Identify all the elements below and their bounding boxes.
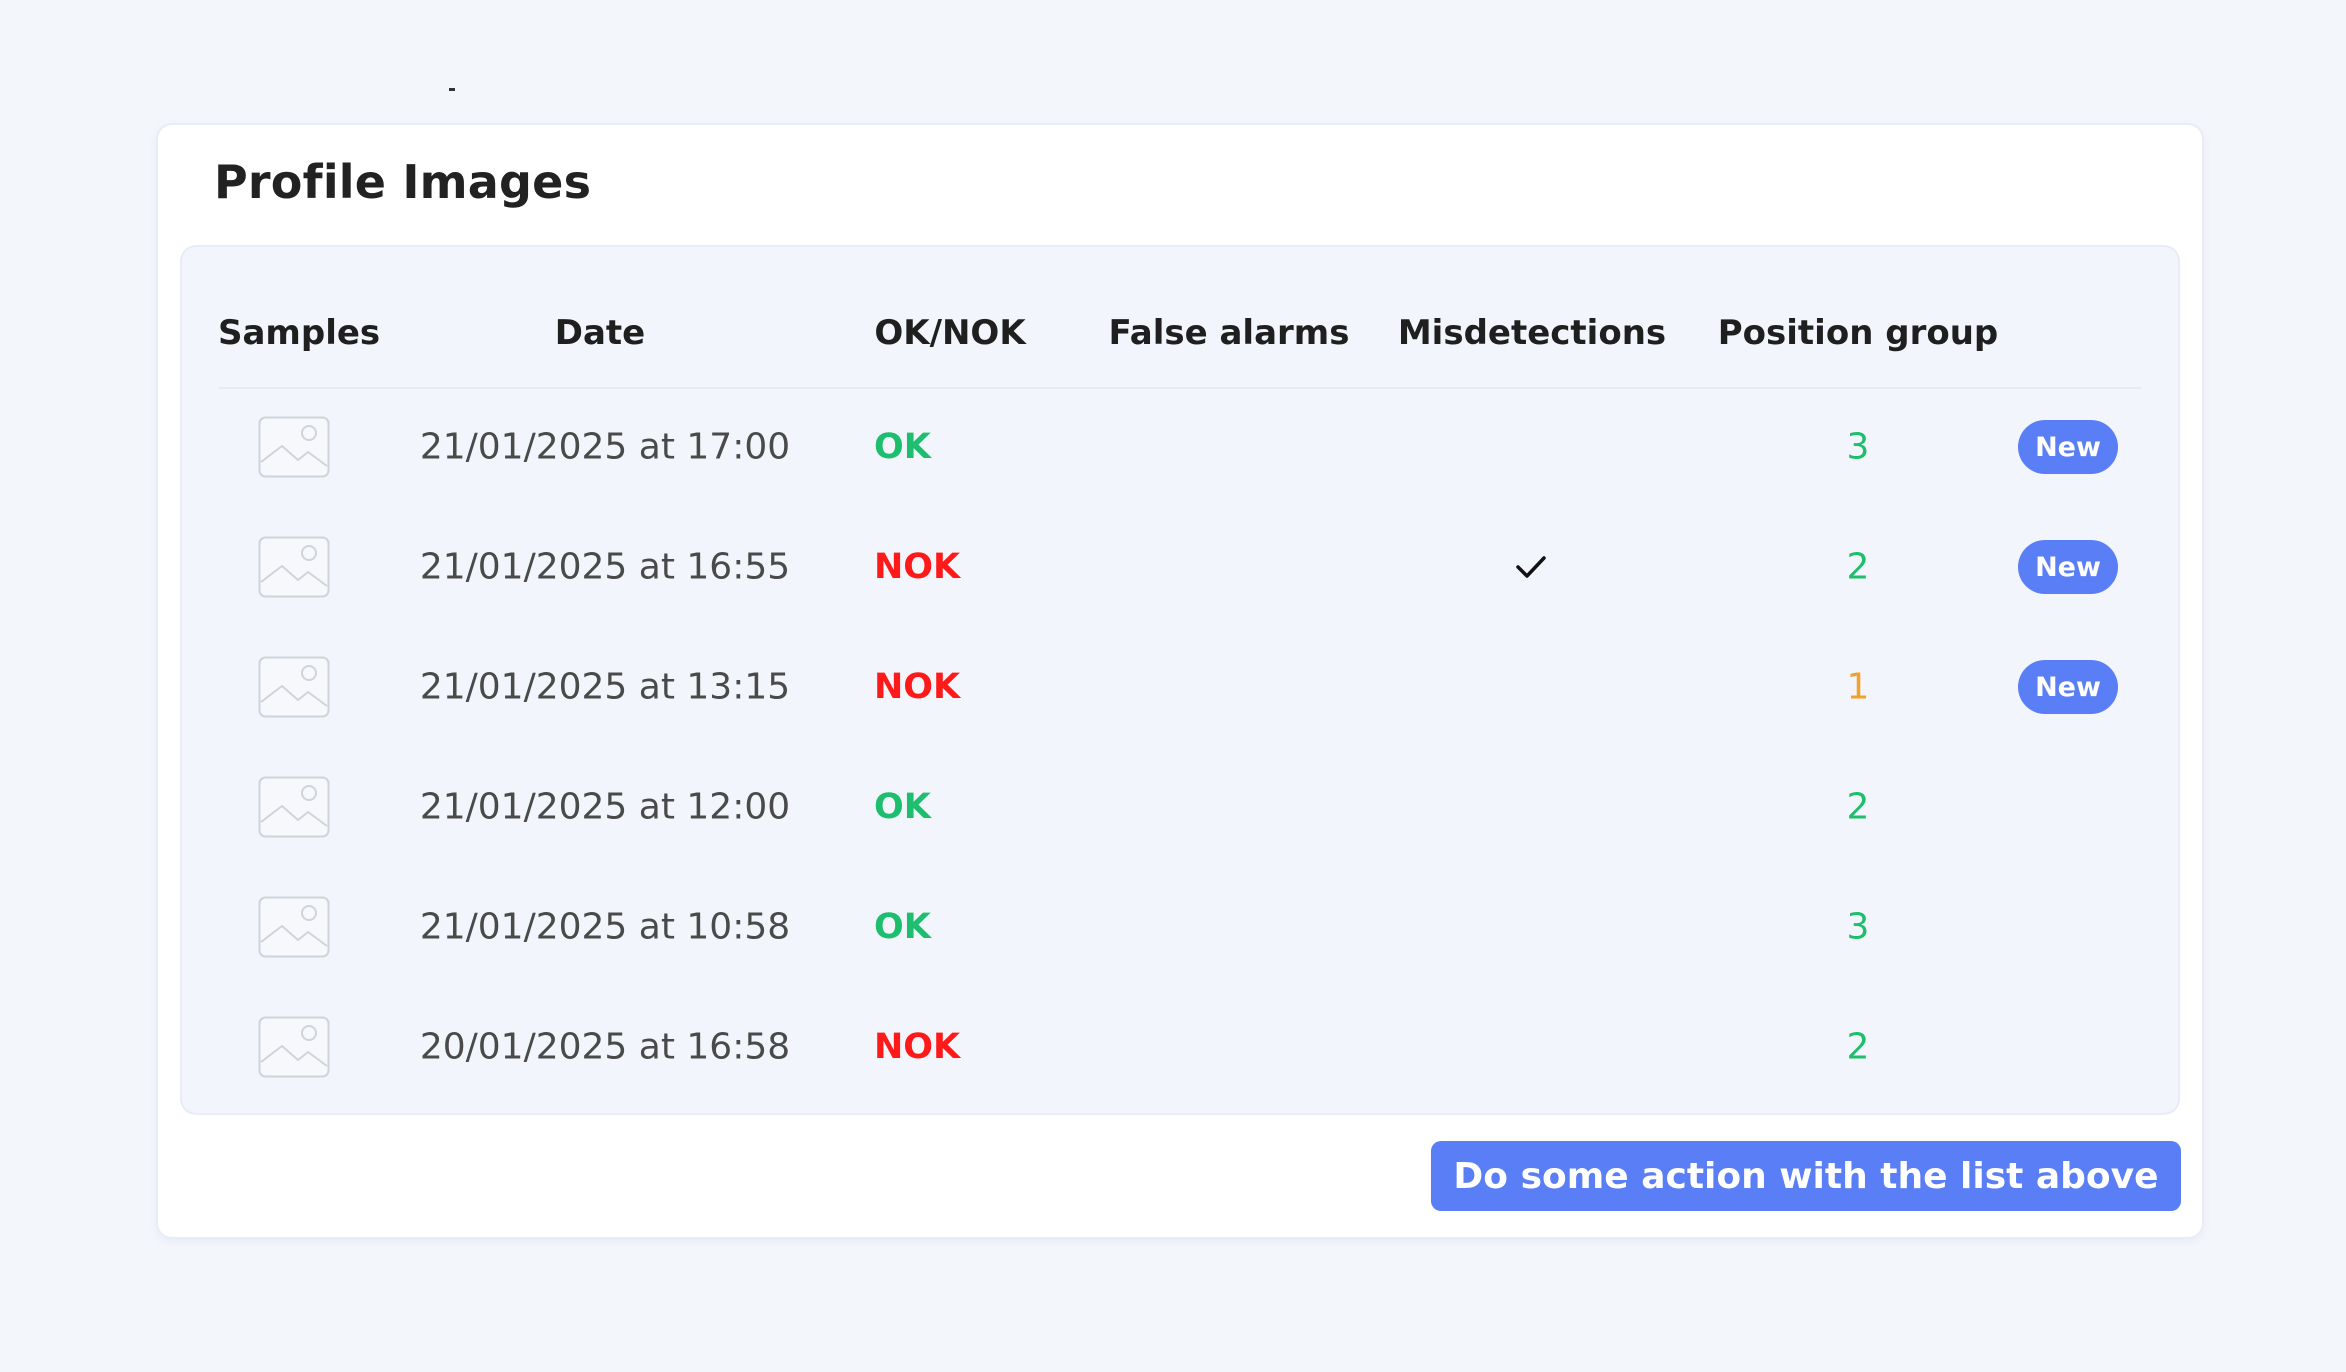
table-row[interactable]: 21/01/2025 at 13:15 NOK 1 New xyxy=(182,627,2178,747)
row-status: OK xyxy=(874,787,931,827)
page-title: Profile Images xyxy=(214,155,592,209)
profile-images-card: Profile Images Samples Date OK/NOK False… xyxy=(158,125,2202,1237)
row-status: NOK xyxy=(874,667,961,707)
new-badge: New xyxy=(2018,420,2118,474)
column-header-misdetections: Misdetections xyxy=(1397,313,1667,353)
image-placeholder-icon[interactable] xyxy=(258,656,330,718)
row-status: OK xyxy=(874,427,931,467)
row-status: NOK xyxy=(874,1027,961,1067)
row-date: 20/01/2025 at 16:58 xyxy=(419,1026,791,1068)
column-header-position-group: Position group xyxy=(1717,313,1999,353)
row-status: NOK xyxy=(874,547,961,587)
row-date: 21/01/2025 at 13:15 xyxy=(419,666,791,708)
new-badge: New xyxy=(2018,660,2118,714)
column-header-samples: Samples xyxy=(218,313,381,353)
row-position-group: 3 xyxy=(1846,906,1870,948)
stray-mark xyxy=(449,88,455,91)
profile-images-table: Samples Date OK/NOK False alarms Misdete… xyxy=(182,247,2178,1113)
image-placeholder-icon[interactable] xyxy=(258,536,330,598)
row-date: 21/01/2025 at 17:00 xyxy=(419,426,791,468)
row-status: OK xyxy=(874,907,931,947)
image-placeholder-icon[interactable] xyxy=(258,896,330,958)
list-action-button[interactable]: Do some action with the list above xyxy=(1431,1141,2181,1211)
image-placeholder-icon[interactable] xyxy=(258,1016,330,1078)
row-date: 21/01/2025 at 12:00 xyxy=(419,786,791,828)
row-position-group: 3 xyxy=(1846,426,1870,468)
row-position-group: 2 xyxy=(1846,546,1870,588)
table-row[interactable]: 21/01/2025 at 17:00 OK 3 New xyxy=(182,387,2178,507)
column-header-false-alarms: False alarms xyxy=(1108,313,1350,353)
table-row[interactable]: 21/01/2025 at 10:58 OK 3 xyxy=(182,867,2178,987)
table-row[interactable]: 20/01/2025 at 16:58 NOK 2 xyxy=(182,987,2178,1107)
misdetection-check-icon xyxy=(1511,547,1551,587)
image-placeholder-icon[interactable] xyxy=(258,776,330,838)
row-position-group: 2 xyxy=(1846,786,1870,828)
row-date: 21/01/2025 at 16:55 xyxy=(419,546,791,588)
table-row[interactable]: 21/01/2025 at 12:00 OK 2 xyxy=(182,747,2178,867)
table-row[interactable]: 21/01/2025 at 16:55 NOK 2 New xyxy=(182,507,2178,627)
row-position-group: 1 xyxy=(1846,666,1870,708)
column-header-date: Date xyxy=(554,313,646,353)
image-placeholder-icon[interactable] xyxy=(258,416,330,478)
column-header-status: OK/NOK xyxy=(874,313,1026,353)
new-badge: New xyxy=(2018,540,2118,594)
row-date: 21/01/2025 at 10:58 xyxy=(419,906,791,948)
row-position-group: 2 xyxy=(1846,1026,1870,1068)
